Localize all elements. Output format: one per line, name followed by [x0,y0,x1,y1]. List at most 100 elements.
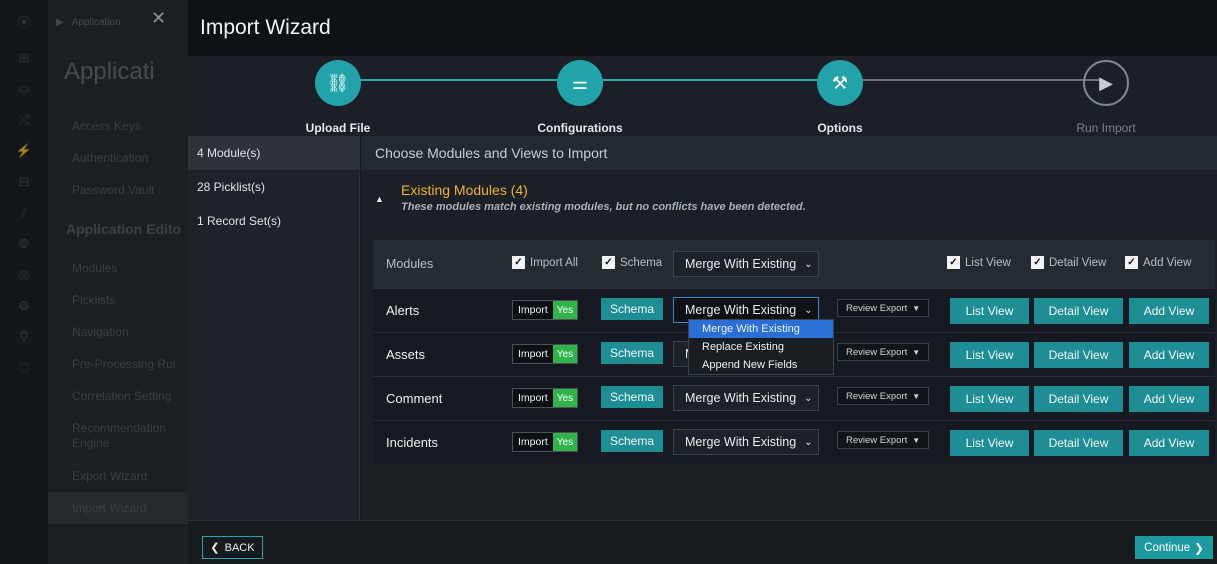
merge-value: Merge With Existing [685,435,797,449]
module-name: Comment [386,391,443,406]
chevron-left-icon: ❮ [210,542,220,554]
list-view-button[interactable]: List View [950,298,1029,324]
import-toggle[interactable]: Import Yes [512,344,579,364]
caret-down-icon: ▼ [912,435,921,445]
checkbox-icon: ✓ [602,256,615,269]
step-label: Run Import [1076,121,1136,135]
merge-options-dropdown: Merge With Existing Replace Existing App… [688,319,834,375]
detail-view-all-checkbox[interactable]: ✓ Detail View [1031,256,1106,269]
review-export-label: Review Export [846,346,908,358]
schema-button[interactable]: Schema [601,386,663,408]
list-view-button[interactable]: List View [950,430,1029,456]
import-toggle[interactable]: Import Yes [512,432,579,452]
step-options[interactable]: ⚒ Options [760,60,920,135]
checkbox-icon: ✓ [512,256,525,269]
review-export-button[interactable]: Review Export ▼ [837,343,930,361]
import-label: Import [518,348,548,360]
list-view-all-checkbox[interactable]: ✓ List View [947,256,1011,269]
merge-value: Merge With Existing [685,303,797,317]
list-view-button[interactable]: List View [950,386,1029,412]
chevron-down-icon: ⌄ [804,392,813,404]
yes-label: Yes [552,301,578,319]
checkbox-icon: ✓ [1125,256,1138,269]
modal-backdrop [0,0,188,564]
add-view-button[interactable]: Add View [1129,342,1209,368]
sliders-icon: ⚌ [557,60,603,106]
chevron-down-icon: ⌄ [804,436,813,448]
step-label: Configurations [537,121,623,135]
review-export-button[interactable]: Review Export ▼ [837,387,930,405]
collapse-caret-icon[interactable]: ▲ [375,194,384,204]
schema-button[interactable]: Schema [601,430,663,452]
schema-button[interactable]: Schema [601,298,663,320]
option-replace-existing[interactable]: Replace Existing [689,338,833,356]
schema-all-checkbox[interactable]: ✓ Schema [602,256,662,269]
wizard-footer: ❮ BACK Continue ❯ [188,520,1217,564]
back-button[interactable]: ❮ BACK [202,536,263,559]
step-label: Options [817,121,863,135]
review-export-label: Review Export [846,390,908,402]
chevron-down-icon: ⌄ [804,304,813,316]
review-export-label: Review Export [846,434,908,446]
step-upload-file[interactable]: ⛓ Upload File [258,60,418,135]
import-wizard-modal: Import Wizard ⛓ Upload File ⚌ Configurat… [188,0,1217,564]
review-export-button[interactable]: Review Export ▼ [837,431,930,449]
schema-all-label: Schema [620,256,663,269]
category-record-sets[interactable]: 1 Record Set(s) [188,204,359,237]
import-label: Import [518,304,548,316]
import-all-checkbox[interactable]: ✓ Import All [512,256,578,269]
detail-view-button[interactable]: Detail View [1034,342,1123,368]
module-name: Incidents [386,435,439,450]
import-toggle[interactable]: Import Yes [512,388,579,408]
play-icon: ▶ [1083,60,1129,106]
continue-button[interactable]: Continue ❯ [1135,536,1213,559]
detail-view-button[interactable]: Detail View [1034,430,1123,456]
chevron-down-icon: ⌄ [804,258,813,270]
detail-view-button[interactable]: Detail View [1034,386,1123,412]
add-view-button[interactable]: Add View [1129,430,1209,456]
merge-select[interactable]: Merge With Existing ⌄ [673,429,819,455]
table-header: Modules ✓ Import All ✓ Schema Merge With E… [373,240,1215,288]
import-category-list: 4 Module(s) 28 Picklist(s) 1 Record Set(… [188,136,360,520]
schema-button[interactable]: Schema [601,342,663,364]
add-view-button[interactable]: Add View [1129,298,1209,324]
import-toggle[interactable]: Import Yes [512,300,579,320]
category-modules[interactable]: 4 Module(s) [188,136,359,170]
caret-down-icon: ▼ [912,303,921,313]
content-title: Choose Modules and Views to Import [361,136,1217,170]
merge-select[interactable]: Merge With Existing ⌄ [673,385,819,411]
merge-all-select[interactable]: Merge With Existing ⌄ [673,251,819,277]
step-configurations[interactable]: ⚌ Configurations [500,60,660,135]
review-export-button[interactable]: Review Export ▼ [837,299,930,317]
module-name: Assets [386,347,426,362]
modules-header: Modules [386,257,434,271]
merge-all-value: Merge With Existing [685,257,797,271]
import-label: Import [518,392,548,404]
add-view-all-checkbox[interactable]: ✓ Add View [1125,256,1191,269]
list-view-button[interactable]: List View [950,342,1029,368]
option-append-new-fields[interactable]: Append New Fields [689,356,833,374]
category-picklists[interactable]: 28 Picklist(s) [188,170,359,204]
caret-down-icon: ▼ [912,391,921,401]
merge-value: Merge With Existing [685,391,797,405]
detail-view-button[interactable]: Detail View [1034,298,1123,324]
step-label: Upload File [305,121,371,135]
existing-modules-section[interactable]: ▲ Existing Modules (4) These modules mat… [361,170,1217,232]
wizard-steps: ⛓ Upload File ⚌ Configurations ⚒ Options… [188,56,1217,136]
table-row: Comment Import Yes Schema Merge With Existin… [373,376,1215,420]
checkbox-icon: ✓ [947,256,960,269]
yes-label: Yes [552,345,578,363]
upload-icon: ⛓ [315,60,361,106]
chevron-right-icon: ❯ [1194,542,1204,555]
existing-modules-title: Existing Modules (4) [401,182,528,198]
step-run-import[interactable]: ▶ Run Import [1026,60,1186,135]
review-export-label: Review Export [846,302,908,314]
add-view-button[interactable]: Add View [1129,386,1209,412]
caret-down-icon: ▼ [912,347,921,357]
list-view-all-label: List View [965,256,1011,269]
continue-label: Continue [1144,541,1191,554]
option-merge-with-existing[interactable]: Merge With Existing [689,320,833,338]
yes-label: Yes [552,433,578,451]
checkbox-icon: ✓ [1031,256,1044,269]
add-view-all-label: Add View [1143,256,1192,269]
